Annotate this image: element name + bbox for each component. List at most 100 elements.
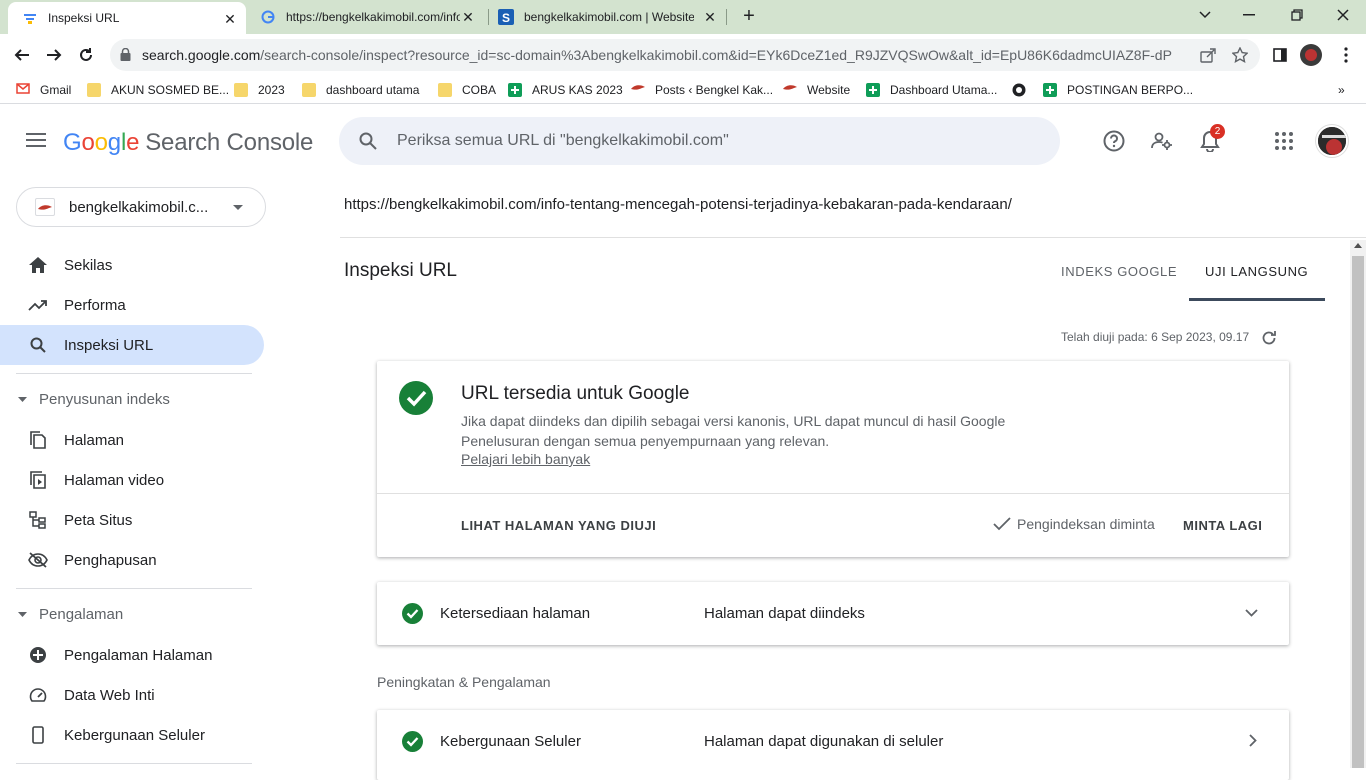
mobile-usability-row[interactable]: Kebergunaan Seluler Halaman dapat diguna… xyxy=(377,710,1289,780)
sidebar-item-halaman-video[interactable]: Halaman video xyxy=(0,460,264,500)
chevron-right-icon[interactable] xyxy=(1249,734,1257,747)
sheets-icon xyxy=(866,83,880,97)
card-divider xyxy=(377,493,1289,494)
bookmark-label: AKUN SOSMED BE... xyxy=(111,83,230,97)
menu-kebab-icon[interactable] xyxy=(1334,43,1358,67)
sidebar-item-peta-situs[interactable]: Peta Situs xyxy=(0,500,264,540)
sidebar-divider xyxy=(16,588,252,589)
browser-tab-inspeksi[interactable]: Inspeksi URL ✕ xyxy=(8,2,246,34)
bookmark-posts[interactable]: Posts ‹ Bengkel Kak... xyxy=(631,81,773,99)
gauge-icon xyxy=(27,684,49,706)
page-availability-row[interactable]: Ketersediaan halaman Halaman dapat diind… xyxy=(377,582,1289,645)
refresh-icon[interactable] xyxy=(1261,330,1277,346)
bookmark-dashboard-utama-sheet[interactable]: Dashboard Utama... xyxy=(866,81,997,99)
browser-tab-info[interactable]: https://bengkelkakimobil.com/info ✕ xyxy=(260,0,488,34)
property-selector[interactable]: bengkelkakimobil.c... xyxy=(16,187,266,227)
users-settings-icon[interactable] xyxy=(1150,129,1174,153)
search-console-favicon-icon xyxy=(22,10,38,26)
status-card: URL tersedia untuk Google Jika dapat dii… xyxy=(377,361,1289,557)
bookmark-2023[interactable]: 2023 xyxy=(234,81,285,99)
inspect-search-bar[interactable]: Periksa semua URL di "bengkelkakimobil.c… xyxy=(339,117,1060,165)
tab-search-icon[interactable] xyxy=(1192,4,1218,26)
section-penyusunan-indeks[interactable]: Penyusunan indeks xyxy=(18,391,170,408)
logo-letter: e xyxy=(126,129,140,156)
tab-separator xyxy=(726,9,727,25)
sidebar-item-data-web-inti[interactable]: Data Web Inti xyxy=(0,675,264,715)
view-tested-page-button[interactable]: LIHAT HALAMAN YANG DIUJI xyxy=(461,518,656,533)
logo-letter: o xyxy=(81,129,95,156)
bookmark-dashboard-utama[interactable]: dashboard utama xyxy=(302,81,419,99)
sidebar-item-performa[interactable]: Performa xyxy=(0,285,264,325)
minimize-icon[interactable] xyxy=(1236,4,1262,26)
restore-icon[interactable] xyxy=(1284,4,1310,26)
chevron-down-icon[interactable] xyxy=(1245,609,1258,617)
bookmark-gmail[interactable]: Gmail xyxy=(16,81,71,99)
side-panel-icon[interactable] xyxy=(1268,43,1292,67)
share-icon[interactable] xyxy=(1200,47,1216,63)
collapse-arrow-icon xyxy=(18,612,27,617)
url-host: search.google.com xyxy=(142,47,261,63)
tab-uji-langsung[interactable]: UJI LANGSUNG xyxy=(1205,264,1308,279)
bookmarks-overflow-icon[interactable]: » xyxy=(1338,81,1345,99)
bookmark-website[interactable]: Website xyxy=(783,81,850,99)
bookmark-akun-sosmed[interactable]: AKUN SOSMED BE... xyxy=(87,81,229,99)
sidebar-item-sekilas[interactable]: Sekilas xyxy=(0,245,264,285)
sheets-icon xyxy=(1043,83,1057,97)
status-description: Jika dapat diindeks dan dipilih sebagai … xyxy=(461,413,1006,449)
trending-up-icon xyxy=(27,294,49,316)
sidebar-item-label: Inspeksi URL xyxy=(64,336,154,354)
apps-grid-icon[interactable] xyxy=(1272,129,1296,153)
property-favicon-icon xyxy=(35,198,55,216)
address-bar[interactable]: search.google.com/search-console/inspect… xyxy=(110,39,1260,71)
profile-avatar[interactable] xyxy=(1300,44,1322,66)
close-window-icon[interactable] xyxy=(1330,4,1356,26)
reload-icon[interactable] xyxy=(74,43,98,67)
section-pengalaman[interactable]: Pengalaman xyxy=(18,606,123,623)
scrollbar-thumb[interactable] xyxy=(1352,256,1364,768)
sheets-icon xyxy=(508,83,522,97)
mobile-usability-label: Kebergunaan Seluler xyxy=(440,733,581,750)
bookmark-postingan[interactable]: POSTINGAN BERPO... xyxy=(1043,81,1193,99)
site-favicon-icon: S xyxy=(498,9,514,25)
bookmark-coba[interactable]: COBA xyxy=(438,81,496,99)
bookmark-star-icon[interactable] xyxy=(1232,47,1248,63)
sidebar-item-kebergunaan-seluler[interactable]: Kebergunaan Seluler xyxy=(0,715,264,755)
sidebar-item-inspeksi-url[interactable]: Inspeksi URL xyxy=(0,325,264,365)
site-icon xyxy=(783,83,797,97)
sidebar-item-label: Penghapusan xyxy=(64,551,157,569)
sidebar-item-penghapusan[interactable]: Penghapusan xyxy=(0,540,264,580)
check-circle-icon xyxy=(399,381,433,415)
back-icon[interactable] xyxy=(10,43,34,67)
new-tab-button[interactable]: + xyxy=(738,6,760,28)
forward-icon[interactable] xyxy=(42,43,66,67)
close-tab-icon[interactable]: ✕ xyxy=(222,11,238,27)
bookmark-arus-kas[interactable]: ARUS KAS 2023 xyxy=(508,81,623,99)
search-console-logo[interactable]: Google Search Console xyxy=(63,129,313,157)
tested-at-label: Telah diuji pada: 6 Sep 2023, 09.17 xyxy=(1061,330,1250,345)
folder-icon xyxy=(438,83,452,97)
help-icon[interactable] xyxy=(1102,129,1126,153)
home-icon xyxy=(27,254,49,276)
scroll-up-arrow-icon[interactable] xyxy=(1354,243,1362,248)
dropdown-arrow-icon xyxy=(233,205,243,210)
browser-tab-website[interactable]: S bengkelkakimobil.com | Website ✕ xyxy=(498,0,726,34)
close-tab-icon[interactable]: ✕ xyxy=(460,9,476,25)
request-again-button[interactable]: MINTA LAGI xyxy=(1183,518,1262,533)
sidebar-item-halaman[interactable]: Halaman xyxy=(0,420,264,460)
status-title: URL tersedia untuk Google xyxy=(461,383,690,404)
bookmark-globe[interactable] xyxy=(1012,81,1036,99)
folder-icon xyxy=(234,83,248,97)
collapse-arrow-icon xyxy=(18,397,27,402)
close-tab-icon[interactable]: ✕ xyxy=(702,9,718,25)
learn-more-link[interactable]: Pelajari lebih banyak xyxy=(461,451,590,467)
sidebar-item-pengalaman-halaman[interactable]: Pengalaman Halaman xyxy=(0,635,264,675)
globe-icon xyxy=(1012,83,1026,97)
checkmark-icon xyxy=(993,517,1011,531)
bookmark-label: 2023 xyxy=(258,83,285,97)
tab-indeks-google[interactable]: INDEKS GOOGLE xyxy=(1061,264,1177,279)
hamburger-menu-icon[interactable] xyxy=(26,133,46,147)
section-label: Penyusunan indeks xyxy=(39,391,170,408)
account-avatar[interactable] xyxy=(1316,125,1348,157)
search-icon xyxy=(359,132,377,150)
sidebar-item-label: Sekilas xyxy=(64,256,113,274)
